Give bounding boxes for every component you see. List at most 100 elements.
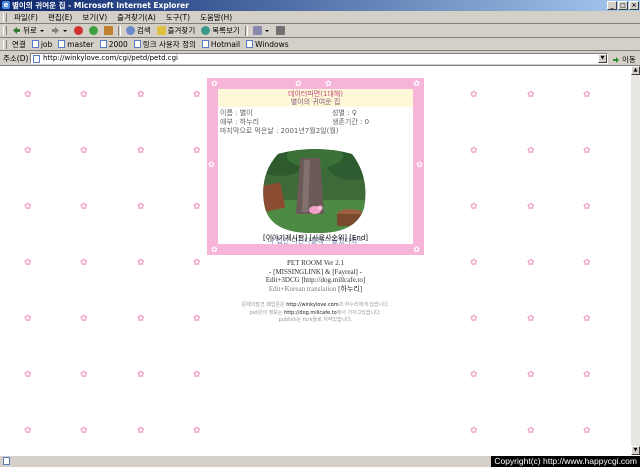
search-button[interactable]: 검색: [123, 25, 154, 36]
bow-icon: ✿: [193, 202, 201, 212]
bow-icon: ✿: [137, 426, 145, 436]
bow-icon: ✿: [137, 90, 145, 100]
mail-button[interactable]: [250, 26, 273, 35]
menu-tools[interactable]: 도구(T): [161, 12, 195, 23]
scroll-down-button[interactable]: ▼: [631, 446, 640, 455]
link-job[interactable]: job: [29, 40, 55, 49]
link-2000[interactable]: 2000: [97, 40, 131, 49]
translator-link[interactable]: [하누리]: [338, 285, 362, 293]
bow-icon: ✿: [527, 90, 535, 100]
bow-icon: ✿: [295, 79, 302, 88]
bow-icon: ✿: [211, 79, 218, 88]
toolbar-grip[interactable]: [3, 12, 7, 22]
forward-arrow-icon: [51, 27, 59, 34]
link-windows[interactable]: Windows: [243, 40, 291, 49]
bow-icon: ✿: [583, 90, 591, 100]
close-button[interactable]: ×: [629, 1, 639, 10]
page-icon: [133, 40, 141, 48]
home-button[interactable]: [101, 26, 116, 35]
authors-text[interactable]: - [MISSINGLINK] & [Fayreal] -: [207, 268, 424, 277]
chevron-down-icon: [39, 29, 44, 32]
menu-view[interactable]: 보기(V): [77, 12, 112, 23]
stop-button[interactable]: [71, 26, 86, 35]
pet-scene: [263, 149, 366, 234]
pet-character-head: [317, 205, 323, 211]
link-hotmail[interactable]: Hotmail: [199, 40, 243, 49]
chevron-down-icon: [62, 29, 67, 32]
history-button[interactable]: 목록보기: [198, 25, 243, 36]
bow-icon: ✿: [527, 426, 535, 436]
version-text: PET ROOM Ver 2.1: [287, 259, 344, 267]
winkylove-link[interactable]: http://winkylove.com: [286, 302, 338, 308]
end-link[interactable]: [End]: [349, 234, 368, 242]
maximize-button[interactable]: □: [618, 1, 628, 10]
bow-icon: ✿: [24, 258, 32, 268]
favorites-button[interactable]: 즐겨찾기: [154, 25, 199, 36]
scroll-up-button[interactable]: ▲: [631, 66, 640, 75]
go-label: 이동: [622, 55, 636, 64]
refresh-icon: [88, 26, 98, 35]
millcafe-link[interactable]: http://dog.millcafe.to: [284, 310, 337, 316]
bow-icon: ✿: [24, 370, 32, 380]
ranking-link[interactable]: [사육사순위]: [309, 234, 347, 242]
print-button[interactable]: [273, 26, 288, 35]
back-arrow-icon: [13, 27, 20, 34]
bow-icon: ✿: [470, 146, 478, 156]
menu-file[interactable]: 파일(F): [9, 12, 43, 23]
bow-icon: ✿: [416, 160, 423, 169]
publish-note: publish는 fork들로 저작있습니다.: [278, 317, 353, 323]
bow-icon: ✿: [470, 90, 478, 100]
forward-button[interactable]: [48, 26, 71, 35]
bow-icon: ✿: [137, 314, 145, 324]
history-label: 목록보기: [212, 26, 240, 35]
bow-icon: ✿: [470, 314, 478, 324]
mail-icon: [252, 26, 262, 35]
bow-icon: ✿: [80, 426, 88, 436]
bow-icon: ✿: [583, 314, 591, 324]
address-dropdown-button[interactable]: ▼: [598, 54, 607, 63]
link-master[interactable]: master: [55, 40, 96, 49]
refresh-button[interactable]: [86, 26, 101, 35]
edit-credit[interactable]: Edit+3DCG [http://dog.millcafe.to]: [207, 276, 424, 285]
pet-header-status: 데이터파면(1대해): [288, 90, 343, 98]
address-input[interactable]: http://winkylove.com/cgi/petd/petd.cgi ▼: [30, 53, 608, 64]
bow-icon: ✿: [527, 314, 535, 324]
bow-icon: ✿: [193, 426, 201, 436]
standard-toolbar: 뒤로 검색 즐겨찾기 목록보기: [0, 24, 640, 38]
bow-icon: ✿: [137, 258, 145, 268]
bow-icon: ✿: [470, 370, 478, 380]
stop-icon: [73, 26, 83, 35]
page-icon: [31, 40, 39, 48]
back-button[interactable]: 뒤로: [9, 25, 48, 36]
bow-icon: ✿: [24, 314, 32, 324]
bow-icon: ✿: [527, 258, 535, 268]
print-icon: [275, 26, 285, 35]
minimize-button[interactable]: _: [607, 1, 617, 10]
bow-icon: ✿: [470, 258, 478, 268]
bow-icon: ✿: [137, 146, 145, 156]
link-customize[interactable]: 링크 사용자 정의: [131, 39, 199, 50]
story-board-link[interactable]: [이야기게시판]: [263, 234, 307, 242]
pet-links: [이야기게시판] [사육사순위] [End]: [207, 233, 424, 243]
page-icon: [3, 457, 10, 465]
bow-icon: ✿: [527, 146, 535, 156]
toolbar-grip[interactable]: [3, 39, 7, 49]
toolbar-grip[interactable]: [3, 26, 7, 35]
bow-icon: ✿: [193, 314, 201, 324]
menu-help[interactable]: 도움말(H): [195, 12, 237, 23]
menu-favorites[interactable]: 즐겨찾기(A): [112, 12, 161, 23]
credits: PET ROOM Ver 2.1 - [MISSINGLINK] & [Fayr…: [207, 259, 424, 293]
page-icon: [201, 40, 209, 48]
bow-icon: ✿: [80, 314, 88, 324]
menu-edit[interactable]: 편집(E): [43, 12, 77, 23]
bow-icon: ✿: [80, 90, 88, 100]
bow-icon: ✿: [583, 258, 591, 268]
notes: 문제의발견 패업문은 http://winkylove.com과 하누리에게 있…: [207, 302, 424, 325]
bow-icon: ✿: [325, 79, 332, 88]
pet-house-title: 별이의 귀여운 집: [290, 98, 341, 106]
vertical-scrollbar[interactable]: ▲ ▼: [631, 66, 640, 455]
bow-icon: ✿: [24, 426, 32, 436]
ie-logo-icon: e: [2, 1, 10, 9]
go-button[interactable]: 이동: [612, 54, 636, 65]
address-url: http://winkylove.com/cgi/petd/petd.cgi: [43, 54, 178, 62]
